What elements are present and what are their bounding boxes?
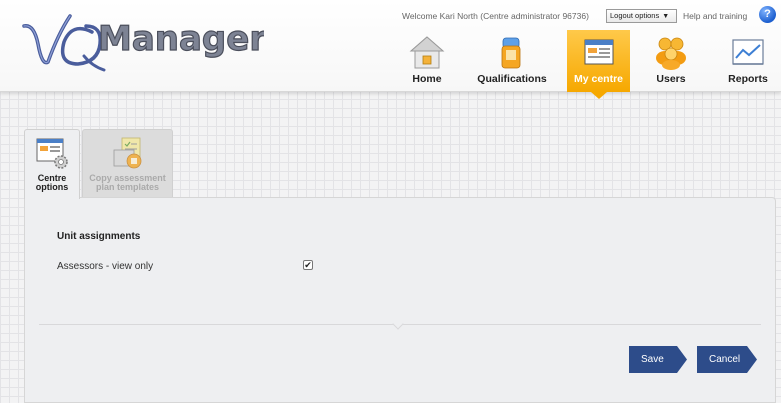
nav-qualifications-label: Qualifications xyxy=(477,73,547,85)
nav-qualifications[interactable]: Qualifications xyxy=(474,30,550,92)
tab-copy-assessment-plan-templates[interactable]: Copy assessment plan templates xyxy=(82,129,173,197)
top-header: Manager Welcome Kari North (Centre admin… xyxy=(0,0,781,99)
vqmanager-logo[interactable]: Manager xyxy=(14,4,264,84)
tab-centre-options[interactable]: Centre options xyxy=(24,129,80,199)
nav-home-label: Home xyxy=(412,73,442,85)
qualifications-icon xyxy=(501,37,521,69)
nav-reports-label: Reports xyxy=(728,73,768,85)
centre-options-panel: Unit assignments Assessors - view only ✔… xyxy=(24,197,776,403)
users-icon xyxy=(656,37,686,70)
nav-home[interactable]: Home xyxy=(405,30,449,92)
assessors-view-only-label: Assessors - view only xyxy=(57,261,154,272)
logout-options-dropdown[interactable]: Logout options ▼ xyxy=(606,9,677,23)
tab-centre-options-label: Centre options xyxy=(35,173,69,192)
svg-text:Manager: Manager xyxy=(98,19,264,59)
save-button[interactable]: Save xyxy=(629,346,687,373)
nav-my-centre-label: My centre xyxy=(573,73,624,85)
help-and-training-link[interactable]: Help and training xyxy=(683,11,747,21)
copy-templates-icon xyxy=(113,137,141,169)
cancel-button[interactable]: Cancel xyxy=(697,346,757,373)
welcome-text: Welcome Kari North (Centre administrator… xyxy=(402,11,589,21)
centre-options-icon xyxy=(36,138,68,169)
logout-options-label: Logout options xyxy=(610,11,660,20)
divider-notch xyxy=(392,318,404,330)
my-centre-icon xyxy=(584,39,613,65)
dropdown-arrow-icon: ▼ xyxy=(662,13,670,20)
help-icon[interactable]: ? xyxy=(759,6,776,23)
nav-reports[interactable]: Reports xyxy=(724,30,772,92)
unit-assignments-heading: Unit assignments xyxy=(57,231,141,242)
tab-copy-templates-label: Copy assessment plan templates xyxy=(89,173,166,192)
nav-my-centre[interactable]: My centre xyxy=(567,30,630,99)
reports-icon xyxy=(732,39,764,65)
assessors-view-only-checkbox[interactable]: ✔ xyxy=(303,260,313,270)
nav-users-label: Users xyxy=(656,73,686,85)
home-icon xyxy=(409,36,445,69)
nav-users[interactable]: Users xyxy=(648,30,694,92)
